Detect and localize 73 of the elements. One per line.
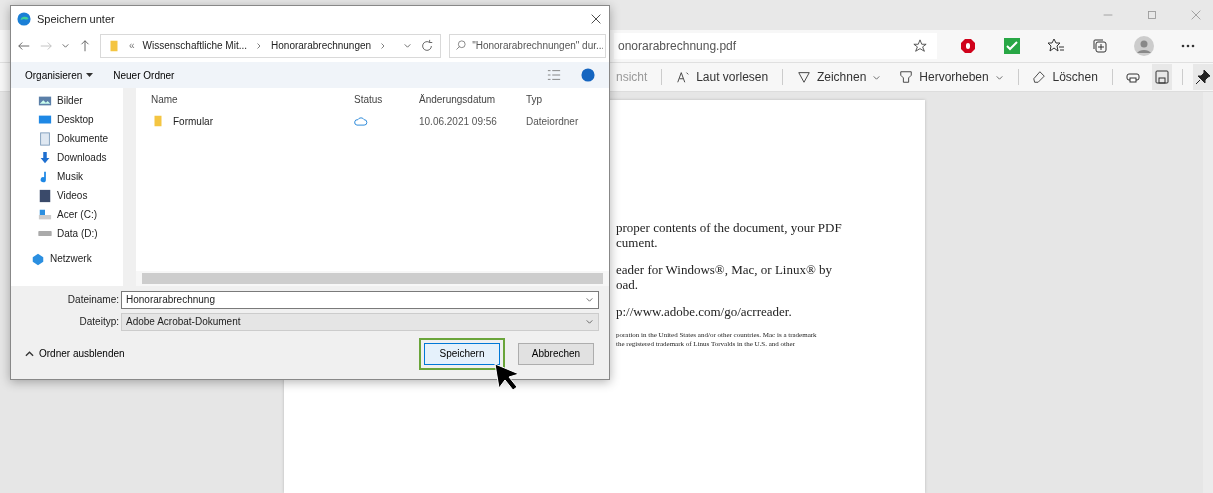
browser-logo-icon <box>17 12 31 27</box>
document-icon <box>38 131 52 146</box>
toolbar-button[interactable]: Löschen <box>1028 70 1102 84</box>
scrollbar[interactable] <box>1203 92 1213 493</box>
command-button[interactable]: Neuer Ordner <box>113 69 175 81</box>
chevron-down-icon <box>585 295 594 305</box>
download-arrow-icon <box>38 150 52 165</box>
hide-folders-toggle[interactable]: Ordner ausblenden <box>19 347 131 361</box>
column-header[interactable]: Änderungsdatum <box>419 93 526 105</box>
restore-icon <box>1145 8 1159 22</box>
sidebar-item[interactable]: Data (D:) <box>11 224 123 244</box>
drive-icon <box>38 207 52 222</box>
network-icon <box>31 251 45 266</box>
sidebar-item[interactable]: Videos <box>11 186 123 206</box>
search-icon <box>455 38 468 51</box>
filename-field[interactable]: Honorarabrechnung <box>121 291 599 309</box>
sidebar-item[interactable]: Desktop <box>11 110 123 130</box>
close-icon <box>1189 8 1203 22</box>
chevron-down-icon <box>585 317 594 327</box>
column-header[interactable]: Name <box>151 93 354 105</box>
chevron-up-icon <box>25 351 34 357</box>
search-field[interactable]: "Honorarabrechnungen" dur... <box>449 33 607 58</box>
pin-icon[interactable] <box>1193 64 1213 90</box>
pdf-text-line: eader for Windows®, Mac, or Linux® by <box>616 262 834 277</box>
refresh-icon <box>420 38 435 53</box>
toolbar-button[interactable]: Laut vorlesen <box>672 70 773 84</box>
toolbar-button[interactable]: Hervorheben <box>895 70 1008 84</box>
view-options-icon <box>547 68 561 83</box>
sidebar-item[interactable]: Musik <box>11 167 123 187</box>
field-value: Honorarabrechnung <box>126 294 215 306</box>
column-header[interactable]: Typ <box>526 93 609 105</box>
pen-triangle-icon <box>796 70 811 84</box>
highlighter-icon <box>899 70 914 84</box>
recent-dropdown-icon <box>61 41 70 51</box>
save-icon[interactable] <box>1152 64 1173 90</box>
dialog-button[interactable]: Speichern <box>424 343 500 365</box>
sidebar-item[interactable]: Dokumente <box>11 129 123 149</box>
file-name-cell[interactable]: Formular <box>151 114 354 129</box>
window-title: Speichern unter <box>37 13 116 26</box>
sidebar-item[interactable]: Downloads <box>11 148 123 168</box>
pdf-text-line: p://www.adobe.com/go/acrreader. <box>616 304 793 319</box>
field-value: Adobe Acrobat-Dokument <box>126 316 241 328</box>
address-bar[interactable]: « Wissenschaftliche Mit... Honorarabrechnungen <box>100 33 442 58</box>
horizontal-scrollbar[interactable] <box>136 271 609 286</box>
field-label: Dateiname: <box>66 294 119 306</box>
sidebar-item[interactable]: Netzwerk <box>11 249 123 269</box>
drive-icon <box>38 231 52 237</box>
read-aloud-icon <box>676 70 691 84</box>
breadcrumb-item[interactable]: Honorarabrechnungen <box>271 40 372 52</box>
address-field[interactable]: onorarabrechnung.pdf <box>614 33 937 59</box>
breadcrumb-item[interactable]: « <box>129 40 135 52</box>
caret-icon <box>86 73 94 78</box>
up-arrow-icon <box>78 38 92 53</box>
chevron-down-icon <box>403 41 413 51</box>
column-header[interactable]: Status <box>354 93 419 105</box>
pdf-text-line: proper contents of the document, your PDF <box>616 220 843 235</box>
sidebar-item[interactable]: Bilder <box>11 91 123 111</box>
filetype-dropdown[interactable]: Adobe Acrobat-Dokument <box>121 313 599 331</box>
pdf-text-line: oad. <box>616 277 640 292</box>
eraser-icon <box>1032 70 1047 84</box>
sidebar-item[interactable]: Acer (C:) <box>11 205 123 225</box>
type-cell-text: Dateiordner <box>526 115 580 127</box>
date-cell-text: 10.06.2021 09:56 <box>419 115 498 127</box>
command-button[interactable]: Organisieren <box>25 69 94 81</box>
avatar-icon[interactable] <box>1131 33 1157 59</box>
breadcrumb-item[interactable]: Wissenschaftliche Mit... <box>142 40 248 52</box>
address-text: onorarabrechnung.pdf <box>618 39 737 53</box>
file-name: Formular <box>173 115 213 127</box>
favorite-add-icon <box>913 39 927 53</box>
toolbar-button[interactable]: Zeichnen <box>792 70 886 84</box>
dialog-button[interactable]: Abbrechen <box>518 343 594 365</box>
pdf-text-line: cument. <box>616 235 659 250</box>
field-label: Dateityp: <box>78 316 119 328</box>
